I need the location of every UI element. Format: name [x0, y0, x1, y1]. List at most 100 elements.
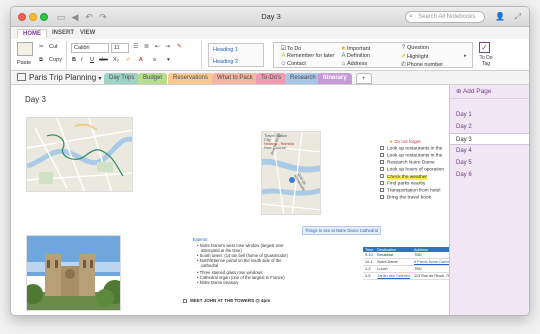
- italic-icon[interactable]: I: [81, 57, 83, 63]
- table-row[interactable]: 1-3 Lunch TBD: [363, 265, 453, 273]
- add-section-button[interactable]: +: [356, 73, 372, 84]
- table-cell[interactable]: Jardin des Tuileries: [375, 272, 413, 280]
- style-heading-1[interactable]: Heading 1: [209, 44, 263, 56]
- outdent-icon[interactable]: ⇤: [155, 43, 160, 50]
- page-item-day-1[interactable]: Day 1: [450, 109, 529, 121]
- cut-icon[interactable]: ✂: [39, 44, 44, 50]
- style-heading-2[interactable]: Heading 2: [209, 56, 263, 68]
- tags-expand-icon[interactable]: ▸: [464, 53, 467, 59]
- tag-definition[interactable]: A Definition: [340, 53, 369, 59]
- tag-to-do[interactable]: ☑To Do: [280, 45, 302, 52]
- section-tab-budget[interactable]: Budget: [138, 73, 168, 84]
- table-row[interactable]: 10-1 Notre Dame 6 Parvis Notre-Dame: [363, 258, 453, 266]
- table-cell[interactable]: TBD: [412, 265, 453, 273]
- checkbox-icon[interactable]: [183, 298, 187, 303]
- todo-item[interactable]: Transportation from hotel: [380, 188, 440, 194]
- to-do-tag-button[interactable]: To Do Tag: [475, 55, 497, 67]
- page-item-day-6[interactable]: Day 6: [450, 169, 529, 181]
- page-title[interactable]: Day 3: [25, 95, 46, 104]
- align-dropdown-icon[interactable]: ▾: [167, 57, 170, 63]
- schedule-table[interactable]: Time Destination Address 9-10 Breakfast …: [363, 247, 453, 280]
- todo-header[interactable]: ★ Do not forget:: [389, 139, 422, 145]
- todo-item[interactable]: Find parks nearby: [380, 181, 425, 187]
- paris-map-image[interactable]: [26, 117, 133, 192]
- todo-item[interactable]: Research Notre Dame: [380, 160, 435, 166]
- copy-button[interactable]: Copy: [49, 57, 62, 63]
- font-size-select[interactable]: 11: [111, 43, 129, 53]
- checkbox-icon[interactable]: [380, 167, 384, 171]
- notre-dame-photo[interactable]: [26, 235, 121, 311]
- paste-button[interactable]: Paste: [17, 60, 31, 66]
- section-tab-to-dos[interactable]: To-Do's: [256, 73, 287, 84]
- checkbox-icon[interactable]: [380, 195, 384, 199]
- tag-remember[interactable]: A Remember for later: [280, 53, 334, 59]
- page-item-day-3[interactable]: Day 3: [450, 133, 529, 145]
- numbered-list-icon[interactable]: ≣: [144, 43, 149, 50]
- todo-item[interactable]: Look up restaurants in the: [380, 153, 442, 159]
- bullet-list-icon[interactable]: ☰: [133, 43, 138, 50]
- todo-item[interactable]: Check the weather: [380, 174, 427, 180]
- strikethrough-icon[interactable]: abc: [99, 57, 108, 63]
- copy-icon[interactable]: ⧉: [39, 57, 43, 64]
- notre-dame-link[interactable]: Things to see at Notre Dame Cathedral: [302, 226, 381, 235]
- todo-item[interactable]: Look up hours of operation: [380, 167, 444, 173]
- search-input[interactable]: ⌕ Search All Notebooks: [405, 11, 485, 23]
- to-do-tag-icon[interactable]: ✓: [479, 42, 490, 53]
- todo-item[interactable]: Look up restaurants in the: [380, 146, 442, 152]
- clear-format-icon[interactable]: ✎: [177, 43, 182, 50]
- notre-dame-map-image[interactable]: Travel Station City Nearest - Rambla Riv…: [261, 131, 321, 215]
- todo-item[interactable]: Bring the travel book: [380, 195, 431, 201]
- align-left-icon[interactable]: ≡: [153, 57, 156, 63]
- exterior-label[interactable]: Exterior:: [193, 237, 209, 242]
- table-cell[interactable]: Notre Dame: [375, 258, 413, 266]
- table-cell[interactable]: 10-1: [363, 258, 376, 266]
- table-row[interactable]: 3-5 Jardin des Tuileries 113 Rue de Rivo…: [363, 272, 453, 280]
- font-name-select[interactable]: Calibri: [71, 43, 109, 53]
- cut-button[interactable]: Cut: [49, 44, 58, 50]
- fullscreen-icon[interactable]: ⤢: [515, 12, 521, 22]
- bullet-item[interactable]: cathedral: [201, 263, 218, 268]
- bold-icon[interactable]: B: [72, 57, 76, 63]
- checkbox-icon: ☑: [280, 46, 287, 52]
- highlight-color-icon[interactable]: ✐: [126, 57, 131, 63]
- tab-home[interactable]: HOME: [17, 29, 47, 38]
- checkbox-icon[interactable]: [380, 146, 384, 150]
- page-item-day-5[interactable]: Day 5: [450, 157, 529, 169]
- notebook-selector[interactable]: Paris Trip Planning ▾: [17, 73, 101, 82]
- section-tab-reservations[interactable]: Reservations: [168, 73, 214, 84]
- section-tab-day-trips[interactable]: Day Trips: [104, 73, 140, 84]
- table-cell[interactable]: 113 Rue de Rivoli, 75: [412, 272, 453, 280]
- subscript-icon[interactable]: X₂: [113, 57, 119, 63]
- page-canvas[interactable]: Day 3 Travel Station City Nearest - Ramb…: [11, 85, 453, 315]
- section-tab-research[interactable]: Research: [285, 73, 321, 84]
- page-item-day-4[interactable]: Day 4: [450, 145, 529, 157]
- table-cell[interactable]: Lunch: [375, 265, 413, 273]
- add-page-button[interactable]: ⊕ Add Page: [450, 85, 529, 99]
- styles-gallery[interactable]: Heading 1 Heading 2: [208, 43, 264, 67]
- tag-contact[interactable]: ☺Contact: [280, 61, 306, 67]
- section-tab-itinerary[interactable]: Itinerary: [318, 73, 352, 84]
- bullet-item[interactable]: • Notre Dame treasury: [197, 280, 239, 285]
- meet-reminder[interactable]: MEET JOHN AT THE TOWERS @ 4pm: [183, 298, 270, 303]
- tag-question[interactable]: ? Question: [400, 45, 429, 51]
- page-item-day-2[interactable]: Day 2: [450, 121, 529, 133]
- tag-important[interactable]: ★Important: [340, 45, 370, 52]
- checkbox-icon[interactable]: [380, 188, 384, 192]
- checkbox-icon[interactable]: [380, 153, 384, 157]
- font-color-icon[interactable]: A: [139, 57, 143, 63]
- tab-view[interactable]: VIEW: [75, 29, 100, 37]
- table-cell[interactable]: 1-3: [363, 265, 376, 273]
- tag-highlight[interactable]: ✐Highlight: [400, 53, 428, 60]
- checkbox-icon[interactable]: [380, 181, 384, 185]
- paste-icon[interactable]: [17, 42, 33, 56]
- checkbox-icon[interactable]: [380, 160, 384, 164]
- tag-phone[interactable]: ✆Phone number: [400, 61, 443, 68]
- indent-icon[interactable]: ⇥: [165, 43, 170, 50]
- tag-address[interactable]: ⌂ Address: [340, 61, 368, 67]
- section-tab-what-to-pack[interactable]: What to Pack: [212, 73, 258, 84]
- table-cell[interactable]: 3-5: [363, 272, 376, 280]
- table-cell[interactable]: 6 Parvis Notre-Dame: [412, 258, 453, 266]
- underline-icon[interactable]: U: [90, 57, 94, 63]
- checkbox-icon[interactable]: [380, 174, 384, 178]
- share-icon[interactable]: 👤: [495, 12, 505, 21]
